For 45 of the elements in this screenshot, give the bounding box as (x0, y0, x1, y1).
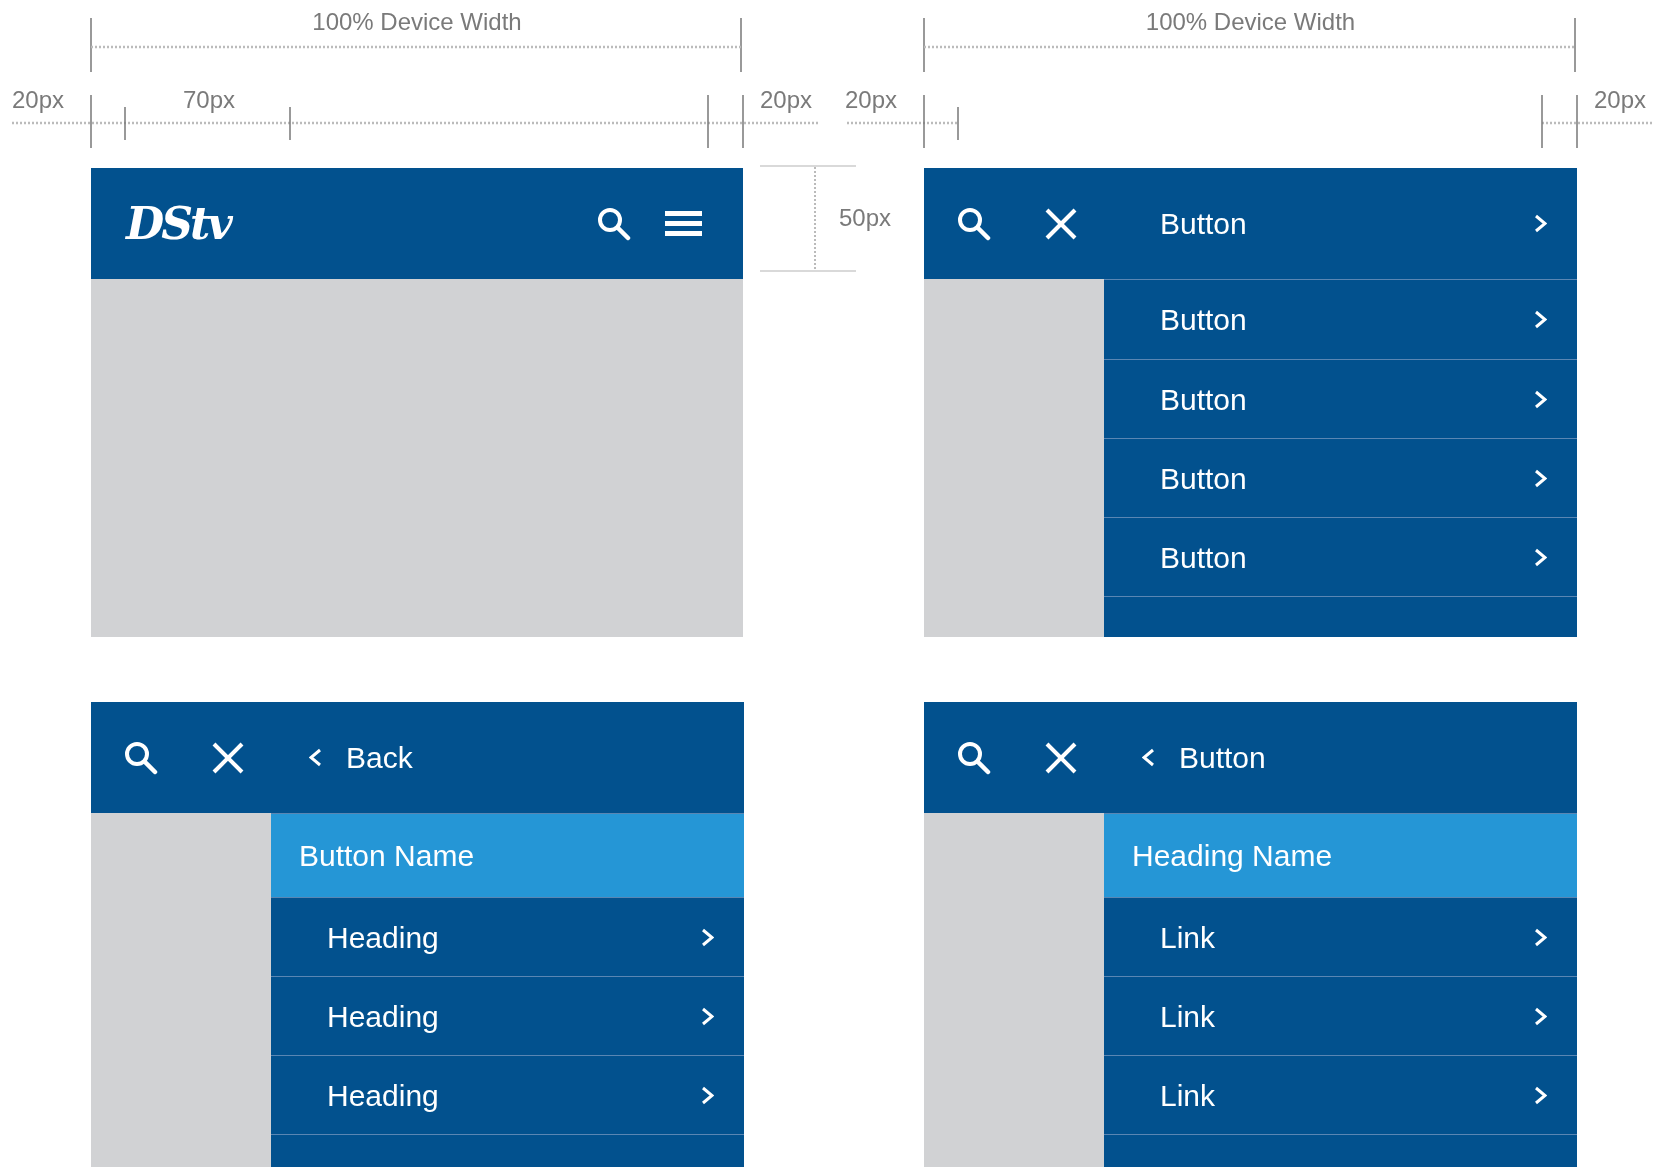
header-menu-link[interactable]: Button (1104, 168, 1577, 279)
menu-item[interactable]: Button (1104, 438, 1577, 517)
chevron-icon (1534, 310, 1547, 329)
search-icon[interactable] (957, 740, 991, 775)
close-icon[interactable] (1044, 740, 1078, 775)
dimension-label: 70px (183, 88, 236, 112)
logo: DStv (126, 201, 230, 246)
chevron-icon (701, 927, 714, 947)
chevron-icon (701, 1006, 714, 1026)
close-icon[interactable] (1044, 206, 1078, 241)
chevron-icon (1534, 1006, 1547, 1026)
dimension-label: 100% Device Width (1144, 10, 1357, 34)
dimension-label: 50px (839, 206, 892, 230)
menu-item[interactable]: Heading (271, 897, 744, 976)
dimension-label: 20px (845, 88, 898, 112)
dimension-label: 20px (1594, 88, 1647, 112)
search-icon[interactable] (124, 740, 158, 775)
chevron-icon (1534, 927, 1547, 947)
menu-item[interactable]: Heading (271, 1055, 744, 1134)
menu-heading: Button Name (271, 814, 744, 897)
menu-item[interactable]: Link (1104, 976, 1577, 1055)
header-menu-link[interactable]: Back (271, 702, 744, 813)
menu-item[interactable]: Button (1104, 359, 1577, 438)
menu-icon[interactable] (665, 211, 702, 236)
chevron-icon (1534, 1085, 1547, 1105)
menu-item[interactable]: Button (1104, 517, 1577, 596)
dimension-label: 20px (12, 88, 65, 112)
chevron-icon (1534, 389, 1547, 409)
menu-heading: Heading Name (1104, 814, 1577, 897)
close-icon[interactable] (211, 740, 245, 775)
back-chevron-icon (1142, 748, 1155, 767)
chevron-icon (1534, 547, 1547, 567)
menu-item[interactable]: Button (1104, 280, 1577, 359)
search-icon[interactable] (957, 206, 991, 241)
search-icon[interactable] (597, 206, 631, 241)
header-menu-link[interactable]: Button (1104, 702, 1577, 813)
chevron-icon (1534, 214, 1547, 233)
menu-item[interactable]: Link (1104, 1055, 1577, 1134)
chevron-icon (701, 1085, 714, 1105)
dimension-label: 20px (760, 88, 813, 112)
menu-item[interactable]: Link (1104, 897, 1577, 976)
back-chevron-icon (309, 748, 322, 767)
dimension-label: 100% Device Width (311, 10, 523, 34)
menu-item[interactable]: Heading (271, 976, 744, 1055)
chevron-icon (1534, 468, 1547, 488)
